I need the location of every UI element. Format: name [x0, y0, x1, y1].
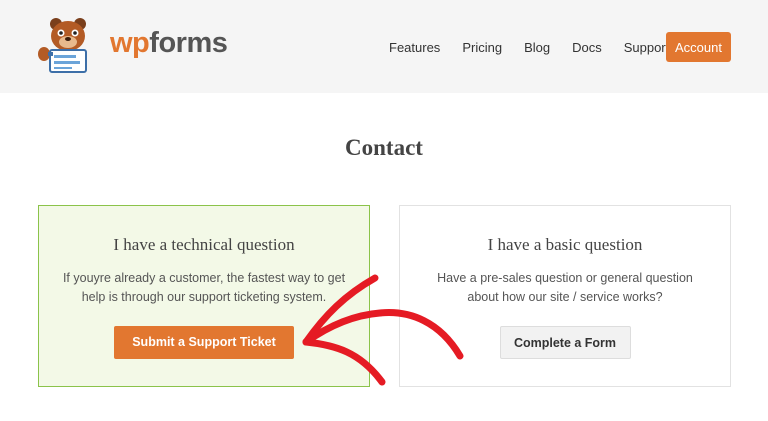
basic-desc-line-1: Have a pre-sales question or general que…: [437, 271, 693, 285]
bear-mascot-icon: [38, 18, 87, 73]
site-header: wpforms Features Pricing Blog Docs Suppo…: [0, 0, 768, 93]
page-title: Contact: [345, 135, 423, 160]
nav-item-blog[interactable]: Blog: [524, 40, 550, 55]
nav-item-features[interactable]: Features: [389, 40, 440, 55]
technical-card-title: I have a technical question: [113, 235, 295, 254]
logo-wordmark: wpforms: [110, 27, 228, 59]
basic-question-card: I have a basic question Have a pre-sales…: [399, 205, 731, 387]
technical-desc-line-1: If youyre already a customer, the fastes…: [62, 271, 346, 285]
basic-card-description: Have a pre-sales question or general que…: [420, 269, 710, 307]
nav-item-support[interactable]: Support: [624, 40, 670, 55]
basic-desc-line-2: about how our site / service works?: [467, 290, 663, 304]
technical-desc-line-2: help is through our support ticketing sy…: [81, 290, 327, 304]
main-content: Contact I have a technical question If y…: [0, 93, 768, 421]
technical-question-card: I have a technical question If youyre al…: [38, 205, 370, 387]
main-nav: Features Pricing Blog Docs Support: [389, 40, 691, 55]
nav-item-pricing[interactable]: Pricing: [462, 40, 502, 55]
account-button[interactable]: Account: [666, 32, 731, 62]
submit-support-ticket-button[interactable]: Submit a Support Ticket: [114, 326, 294, 359]
complete-a-form-button[interactable]: Complete a Form: [499, 326, 631, 359]
nav-item-docs[interactable]: Docs: [572, 40, 602, 55]
wpforms-logo[interactable]: wpforms: [36, 14, 236, 74]
technical-card-description: If youyre already a customer, the fastes…: [59, 269, 349, 307]
basic-card-title: I have a basic question: [487, 235, 643, 254]
